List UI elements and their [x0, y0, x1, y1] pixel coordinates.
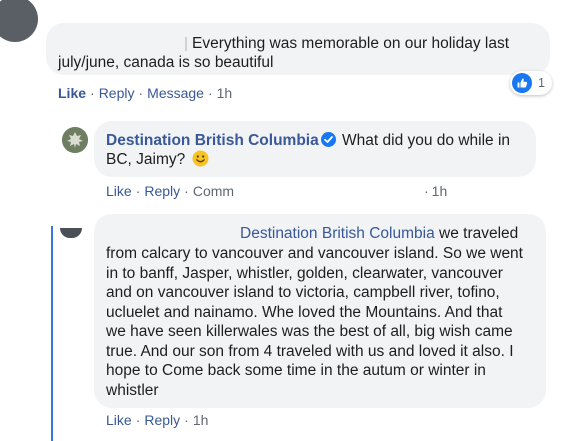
separator: ·	[184, 412, 189, 428]
reply-text-line: whistler	[106, 381, 159, 399]
reply-body: from calcary to vancouver and vancouver …	[106, 244, 542, 400]
comment-actions: Like · Reply · Message · 1h	[58, 85, 232, 101]
separator: ·	[424, 183, 429, 199]
reply-text-line: and on vancouver island to victoria, cam…	[106, 284, 500, 301]
separator: ·	[184, 183, 189, 199]
comment-text-gap	[185, 37, 187, 51]
separator: ·	[138, 85, 144, 101]
reply-avatar-partial	[60, 228, 82, 238]
author-name[interactable]: Destination British Columbia	[106, 132, 319, 149]
reply-line1: Destination British Columbia we traveled	[240, 224, 518, 244]
reply-text-line2: BC, Jaimy?	[106, 151, 186, 168]
timestamp[interactable]: 1h	[193, 412, 209, 428]
smile-emoji-icon	[192, 150, 209, 167]
like-reaction-icon	[512, 73, 532, 93]
separator: ·	[90, 85, 95, 101]
mention-link[interactable]: Destination British Columbia	[240, 225, 435, 242]
reply-text-line: from calcary to vancouver and vancouver …	[106, 245, 523, 262]
user-avatar[interactable]	[0, 0, 38, 42]
like-link[interactable]: Like	[106, 183, 132, 199]
thread-line	[51, 226, 53, 441]
comment-text-line2: july/june, canada is so beautiful	[58, 54, 274, 71]
reply-actions: Like · Reply · 1h	[106, 412, 208, 428]
timestamp[interactable]: 1h	[432, 183, 448, 199]
reply-text: we traveled	[439, 225, 519, 242]
reply-text-line: ucluelet and nainamo. Whe loved the Moun…	[106, 303, 503, 321]
comment-text-line1: Everything was memorable on our holiday …	[192, 35, 510, 52]
timestamp[interactable]: 1h	[217, 85, 233, 101]
reply-link[interactable]: Reply	[99, 85, 135, 101]
message-link[interactable]: Message	[147, 85, 204, 101]
reply-text-line: we have seen killerwales was the best of…	[106, 323, 513, 340]
reply-line1: Destination British Columbia What did yo…	[106, 131, 510, 151]
reply-text-line: in to banff, Jasper, whistler, golden, c…	[106, 264, 503, 282]
reply-text-line: hope to Come back some time in the autum…	[106, 362, 486, 379]
reply-line2: BC, Jaimy?	[106, 150, 209, 170]
reply-actions: Like · Reply · Comm	[106, 183, 234, 199]
reply-link[interactable]: Reply	[144, 183, 180, 199]
reaction-count: 1	[538, 76, 545, 90]
comment-link[interactable]: Comm	[193, 183, 234, 199]
verified-icon	[320, 132, 336, 147]
separator: ·	[207, 85, 213, 101]
like-link[interactable]: Like	[106, 412, 132, 428]
reply-text-line: true. And our son from 4 traveled with u…	[106, 342, 514, 360]
page-avatar[interactable]	[62, 127, 88, 153]
reply-link[interactable]: Reply	[144, 412, 180, 428]
separator: ·	[135, 183, 141, 199]
reply-text: What did you do while in	[342, 132, 511, 149]
like-link[interactable]: Like	[58, 85, 86, 101]
separator: ·	[135, 412, 141, 428]
reply-time: · 1h	[424, 183, 447, 199]
reaction-badge[interactable]: 1	[510, 71, 552, 95]
